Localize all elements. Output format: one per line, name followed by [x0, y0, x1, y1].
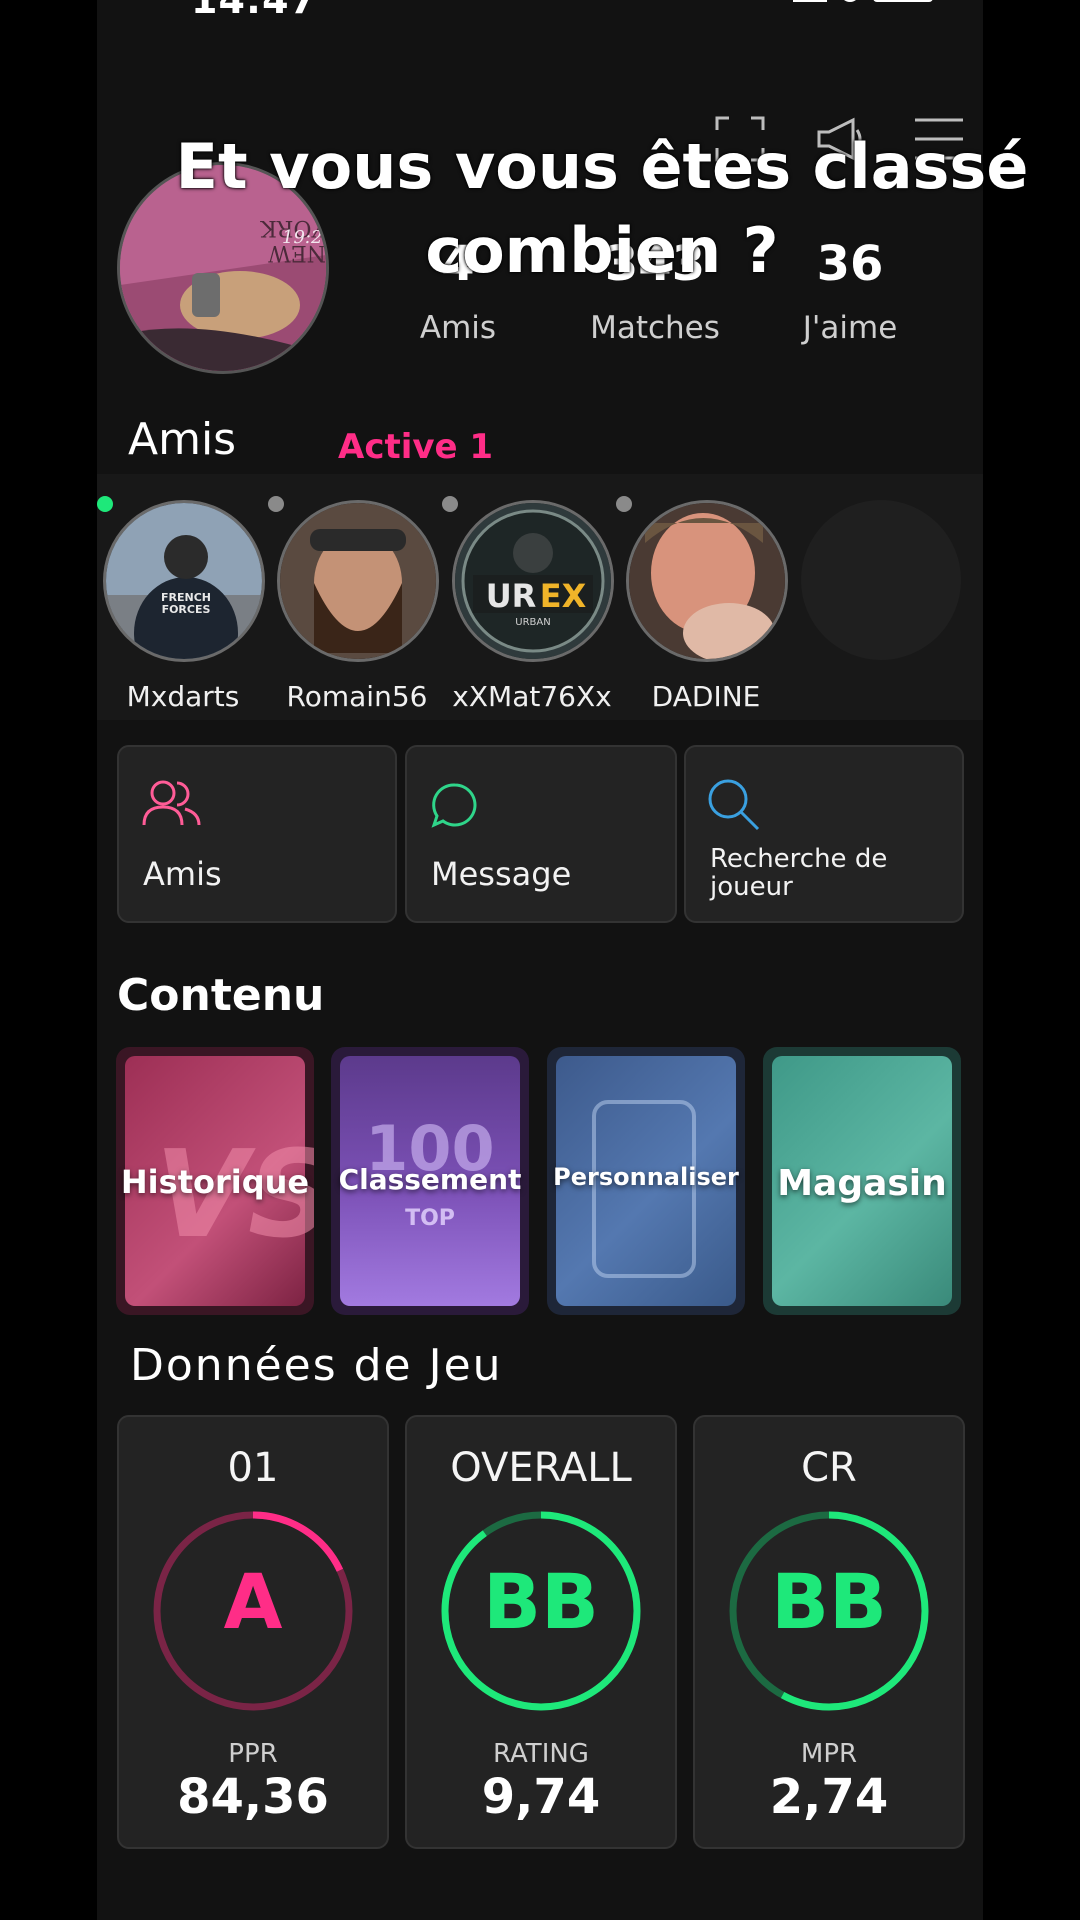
game-card-head: OVERALL [450, 1445, 632, 1491]
game-card-head: 01 [227, 1445, 279, 1491]
history-card[interactable]: VS Historique [116, 1047, 314, 1315]
history-card-label: Historique [120, 1163, 310, 1201]
friend-name: Mxdarts [126, 680, 240, 713]
message-button-label: Message [431, 855, 572, 893]
game-card-01[interactable]: 01 A PPR 84,36 [117, 1415, 389, 1849]
status-icons [785, 0, 933, 6]
friends-button[interactable]: Amis [117, 745, 397, 923]
svg-text:UR: UR [486, 577, 537, 615]
friend-avatar [626, 500, 788, 662]
stat-matches-label: Matches [590, 310, 720, 346]
friends-button-label: Amis [143, 855, 222, 893]
wifi-icon [839, 0, 860, 2]
game-data-section-title: Données de Jeu [130, 1340, 503, 1391]
ranking-card[interactable]: 100 TOP Classement [331, 1047, 529, 1315]
player-search-button[interactable]: Recherche de joueur [684, 745, 964, 923]
grade-text: BB [483, 1557, 599, 1646]
search-icon [708, 779, 760, 831]
stat-label: MPR [800, 1739, 858, 1769]
grade-text: A [223, 1557, 283, 1646]
friend-name: Romain56 [286, 680, 428, 713]
customize-card-label: Personnaliser [553, 1163, 739, 1191]
shop-card-label: Magasin [777, 1163, 947, 1204]
friends-section-title: Amis [128, 414, 237, 465]
status-time: 14:47 [191, 0, 317, 22]
stat-friends-label: Amis [419, 310, 497, 346]
friend-name: DADINE [651, 680, 761, 713]
friend-avatar: UR EX URBAN [452, 500, 614, 662]
friends-strip: FRENCH FORCES Mxdarts Romain56 UR EX URBAN … [97, 474, 983, 720]
stat-label: RATING [493, 1739, 589, 1769]
grade-text: BB [771, 1557, 887, 1646]
overlay-caption-line1: Et vous vous êtes classé [175, 130, 1029, 203]
stat-value: 9,74 [481, 1769, 601, 1825]
friends-active-label[interactable]: Active 1 [338, 427, 493, 467]
svg-text:URBAN: URBAN [515, 617, 550, 628]
friend-avatar: FRENCH FORCES [103, 500, 265, 662]
stat-likes-label: J'aime [802, 310, 898, 346]
ranking-card-label: Classement [338, 1163, 522, 1196]
stat-label: PPR [228, 1739, 278, 1769]
customize-card[interactable]: Personnaliser [547, 1047, 745, 1315]
signal-icon [792, 0, 827, 2]
stat-value: 2,74 [769, 1769, 889, 1825]
overlay-caption-line2: combien ? [425, 214, 779, 287]
stat-value: 84,36 [177, 1769, 329, 1825]
top-badge: TOP [405, 1206, 455, 1231]
player-search-button-label: Recherche de joueur [710, 844, 888, 902]
overlay-caption: Et vous vous êtes classé combien ? [0, 125, 1080, 293]
shop-card[interactable]: Magasin [763, 1047, 961, 1315]
battery-icon [873, 0, 933, 2]
friend-placeholder [801, 500, 961, 660]
game-card-cr[interactable]: CR BB MPR 2,74 [693, 1415, 965, 1849]
svg-text:FORCES: FORCES [162, 603, 211, 616]
message-button[interactable]: Message [405, 745, 677, 923]
svg-text:EX: EX [540, 577, 587, 615]
friend-item-dadine[interactable]: DADINE [626, 500, 788, 713]
chat-bubble-icon [431, 783, 477, 828]
game-card-head: CR [801, 1445, 857, 1491]
friend-item-romain56[interactable]: Romain56 [277, 500, 439, 713]
friends-icon [142, 780, 201, 826]
game-card-overall[interactable]: OVERALL BB RATING 9,74 [405, 1415, 677, 1849]
friend-avatar [277, 500, 439, 662]
content-section-title: Contenu [117, 970, 325, 1021]
friend-item-mxdarts[interactable]: FRENCH FORCES Mxdarts [103, 500, 265, 713]
friend-item-xxmat76xx[interactable]: UR EX URBAN xXMat76Xx [452, 500, 614, 713]
friend-name: xXMat76Xx [452, 680, 612, 713]
